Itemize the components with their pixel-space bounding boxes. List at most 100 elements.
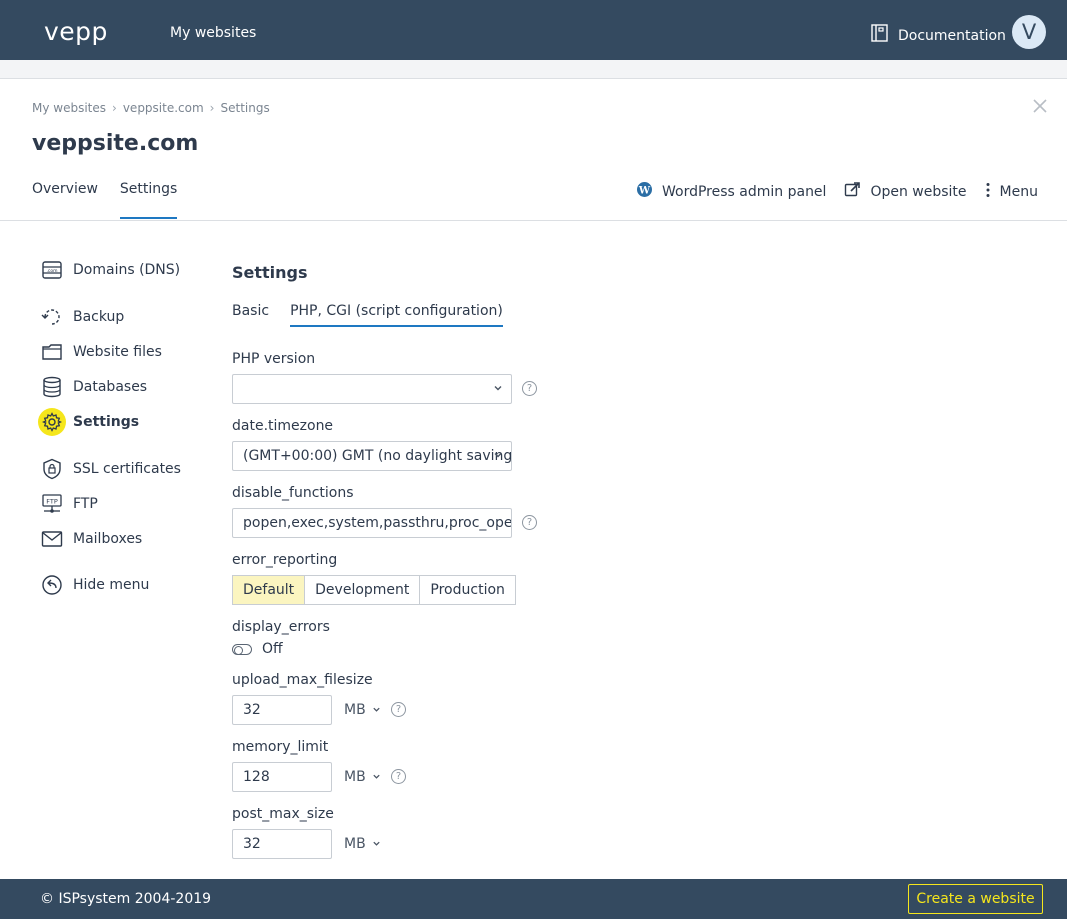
page-title: veppsite.com <box>32 131 199 156</box>
svg-text:.com: .com <box>46 269 57 274</box>
error-reporting-option-production[interactable]: Production <box>419 575 516 605</box>
chevron-down-icon <box>493 450 503 463</box>
subtab-basic[interactable]: Basic <box>232 302 269 327</box>
error-reporting-option-default[interactable]: Default <box>232 575 306 605</box>
external-link-icon <box>844 181 861 203</box>
upload-max-filesize-input[interactable]: 32 <box>232 695 332 725</box>
breadcrumb-item-my-websites[interactable]: My websites <box>32 101 106 115</box>
timezone-select[interactable]: (GMT+00:00) GMT (no daylight saving) <box>232 441 512 471</box>
help-icon[interactable]: ? <box>391 769 406 784</box>
memory-limit-label: memory_limit <box>232 739 329 755</box>
display-errors-toggle[interactable]: Off <box>232 641 283 657</box>
upload-max-filesize-unit-select[interactable]: MB <box>344 702 381 718</box>
open-website-link[interactable]: Open website <box>844 181 967 203</box>
wordpress-icon: W <box>636 181 653 203</box>
gear-icon <box>38 408 66 436</box>
header-actions: W WordPress admin panel Open website Men… <box>636 181 1038 203</box>
dns-icon: .com <box>40 258 64 282</box>
sidebar-item-label: SSL certificates <box>73 461 181 477</box>
sidebar-item-label: Mailboxes <box>73 531 143 547</box>
top-bar: vepp My websites Documentation V <box>0 0 1067 60</box>
display-errors-state: Off <box>262 641 283 657</box>
menu-button[interactable]: Menu <box>985 182 1038 203</box>
memory-limit-unit-select[interactable]: MB <box>344 769 381 785</box>
wordpress-admin-link[interactable]: W WordPress admin panel <box>636 181 826 203</box>
sidebar-item-label: Website files <box>73 344 162 360</box>
help-icon[interactable]: ? <box>522 515 537 530</box>
upload-max-filesize-label: upload_max_filesize <box>232 672 373 688</box>
breadcrumb-separator: › <box>209 101 215 115</box>
memory-limit-input[interactable]: 128 <box>232 762 332 792</box>
sidebar-item-ftp[interactable]: FTP FTP <box>40 492 98 516</box>
main-tabs: Overview Settings <box>32 180 178 219</box>
help-icon[interactable]: ? <box>391 702 406 717</box>
timezone-value: (GMT+00:00) GMT (no daylight saving) <box>243 448 512 464</box>
help-icon[interactable]: ? <box>522 381 537 396</box>
menu-label: Menu <box>999 184 1038 200</box>
php-version-select[interactable] <box>232 374 512 404</box>
unit-label: MB <box>344 836 366 852</box>
sidebar-item-databases[interactable]: Databases <box>40 375 147 399</box>
footer: © ISPsystem 2004-2019 Create a website <box>0 879 1067 919</box>
header-spacer <box>0 60 1067 79</box>
avatar[interactable]: V <box>1012 15 1046 49</box>
ftp-icon: FTP <box>40 492 64 516</box>
post-max-size-unit-select[interactable]: MB <box>344 836 381 852</box>
breadcrumb-item-site[interactable]: veppsite.com <box>123 101 204 115</box>
error-reporting-option-development[interactable]: Development <box>304 575 421 605</box>
unit-label: MB <box>344 702 366 718</box>
hide-menu-button[interactable]: Hide menu <box>40 573 149 597</box>
php-version-label: PHP version <box>232 351 316 367</box>
copyright: © ISPsystem 2004-2019 <box>40 891 212 907</box>
wordpress-admin-label: WordPress admin panel <box>662 184 827 200</box>
book-icon <box>871 24 888 47</box>
section-title: Settings <box>232 263 308 282</box>
sidebar-item-settings[interactable]: Settings <box>38 408 140 436</box>
upload-max-filesize-value: 32 <box>243 702 261 718</box>
sidebar-item-backup[interactable]: Backup <box>40 305 124 329</box>
close-icon[interactable] <box>1031 98 1049 116</box>
divider <box>0 220 1067 221</box>
database-icon <box>40 375 64 399</box>
mail-icon <box>40 527 64 551</box>
chevron-down-icon <box>493 383 503 396</box>
create-website-button[interactable]: Create a website <box>908 884 1043 914</box>
hide-menu-label: Hide menu <box>73 577 150 593</box>
disable-functions-label: disable_functions <box>232 485 354 501</box>
breadcrumb: My websites › veppsite.com › Settings <box>32 101 270 115</box>
sidebar-item-label: Settings <box>73 414 140 430</box>
error-reporting-selector: Default Development Production <box>232 575 516 605</box>
svg-text:FTP: FTP <box>46 498 58 506</box>
tab-overview[interactable]: Overview <box>32 180 98 219</box>
svg-text:W: W <box>638 186 651 197</box>
post-max-size-input[interactable]: 32 <box>232 829 332 859</box>
breadcrumb-item-settings: Settings <box>220 101 270 115</box>
disable-functions-input[interactable]: popen,exec,system,passthru,proc_open,s <box>232 508 512 538</box>
chevron-down-icon <box>372 769 381 785</box>
sidebar-item-label: Databases <box>73 379 148 395</box>
sidebar-item-domains[interactable]: .com Domains (DNS) <box>40 258 180 282</box>
sidebar-item-ssl[interactable]: SSL certificates <box>40 457 181 481</box>
vepp-logo[interactable]: vepp <box>44 18 108 46</box>
subtab-php-cgi[interactable]: PHP, CGI (script configuration) <box>290 302 503 327</box>
post-max-size-value: 32 <box>243 836 261 852</box>
documentation-label: Documentation <box>898 27 1006 44</box>
documentation-link[interactable]: Documentation <box>871 24 1006 47</box>
chevron-down-icon <box>372 836 381 852</box>
sidebar-item-mailboxes[interactable]: Mailboxes <box>40 527 142 551</box>
timezone-label: date.timezone <box>232 418 334 434</box>
display-errors-label: display_errors <box>232 619 330 635</box>
sidebar-item-label: Backup <box>73 309 125 325</box>
open-website-label: Open website <box>870 184 967 200</box>
toggle-switch-icon <box>232 643 252 655</box>
error-reporting-label: error_reporting <box>232 552 338 568</box>
unit-label: MB <box>344 769 366 785</box>
disable-functions-value: popen,exec,system,passthru,proc_open,s <box>243 515 512 531</box>
kebab-menu-icon <box>985 182 991 203</box>
breadcrumb-separator: › <box>112 101 117 115</box>
memory-limit-value: 128 <box>243 769 270 785</box>
nav-my-websites[interactable]: My websites <box>170 24 256 42</box>
sidebar-item-website-files[interactable]: Website files <box>40 340 162 364</box>
tab-settings[interactable]: Settings <box>119 180 178 219</box>
collapse-icon <box>40 573 64 597</box>
